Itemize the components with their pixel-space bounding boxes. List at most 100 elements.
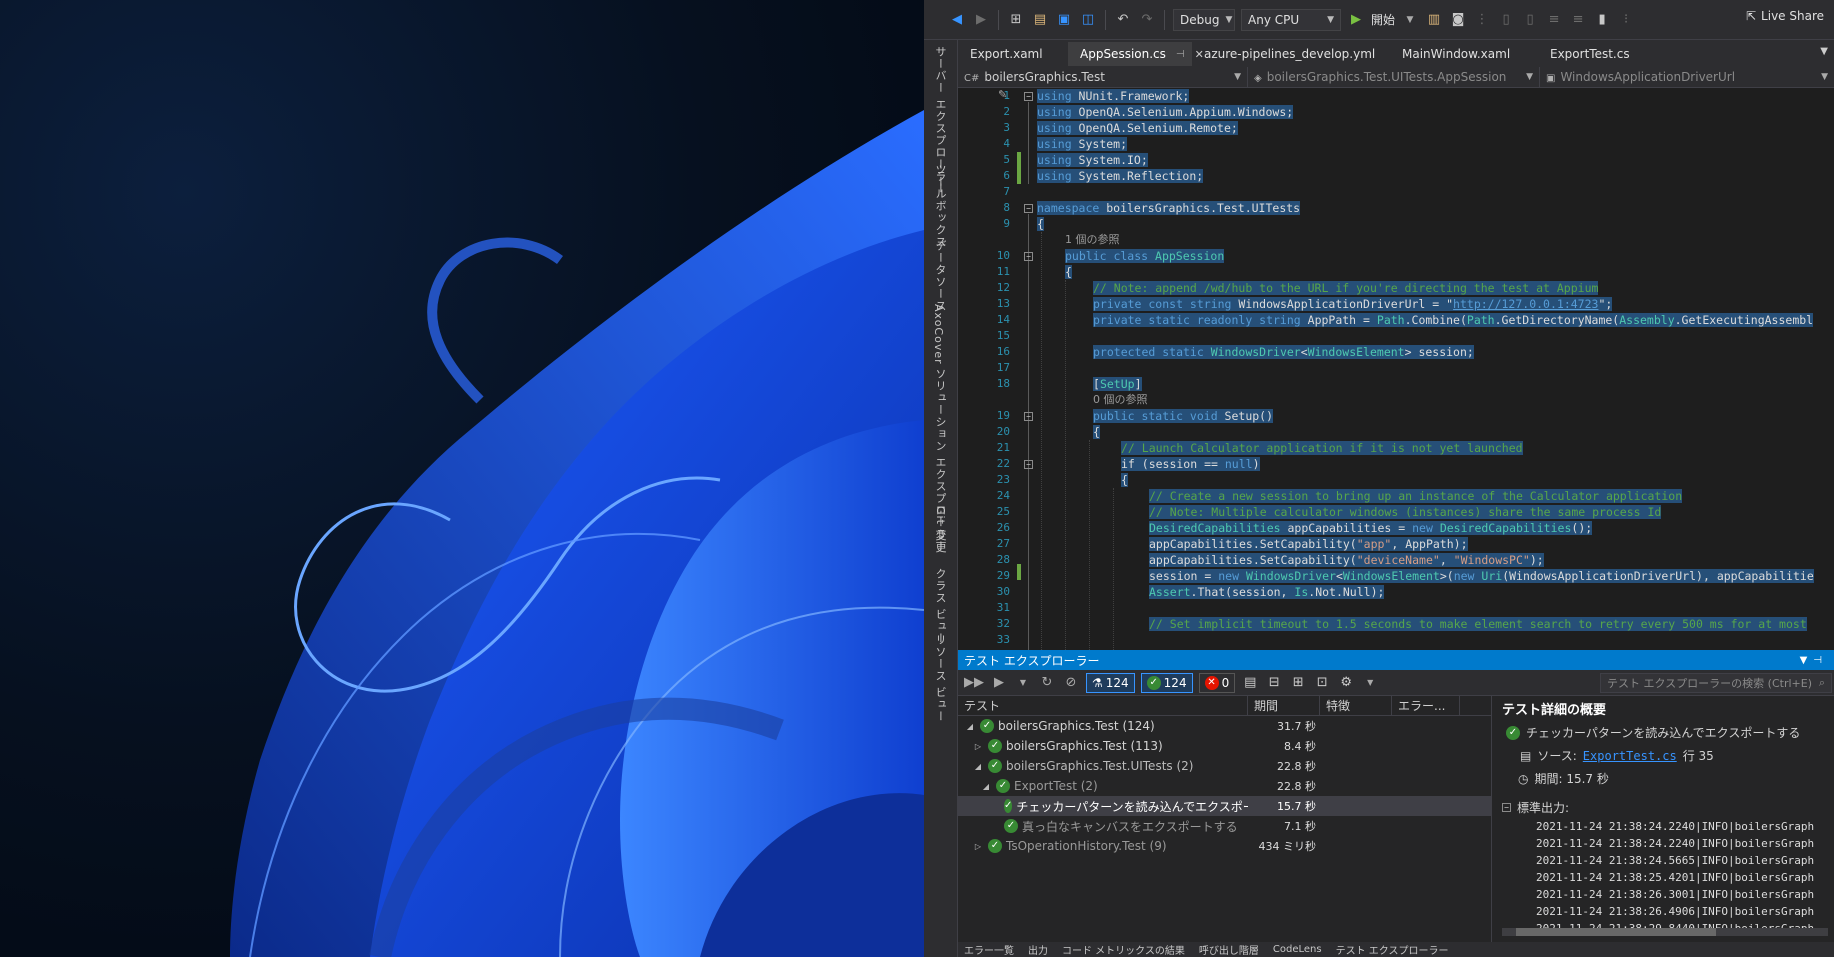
chevron-down-icon[interactable]: ▼: [1361, 671, 1379, 695]
bottom-tool-tabs: エラー一覧 出力 コード メトリックスの結果 呼び出し階層 CodeLens テ…: [958, 942, 1834, 957]
collapse-arrow-icon[interactable]: ◢: [964, 722, 976, 731]
fold-toggle-icon[interactable]: −: [1024, 92, 1033, 101]
document-tabs: Export.xaml AppSession.cs ⊣ ✕ azure-pipeli…: [958, 40, 1834, 66]
test-row[interactable]: ▷ ✓ boilersGraphics.Test (113) 8.4 秒: [958, 736, 1491, 756]
column-test[interactable]: テスト: [958, 696, 1248, 715]
expand-all-icon[interactable]: ⊞: [1289, 671, 1307, 695]
test-list: テスト 期間 特徴 エラー... ◢ ✓ boilersGraphics.Test …: [958, 696, 1492, 942]
toolbar-overflow-icon[interactable]: ⁝: [1617, 8, 1635, 32]
total-tests-filter[interactable]: ⚗ 124: [1086, 672, 1135, 693]
tab-list-dropdown-icon[interactable]: ▼: [1820, 46, 1828, 57]
side-tab-axocover[interactable]: AxoCover: [932, 304, 945, 365]
bookmark-icon[interactable]: ▮: [1593, 8, 1611, 32]
back-icon[interactable]: ◀: [948, 8, 966, 32]
collapse-arrow-icon[interactable]: ◢: [980, 782, 992, 791]
chevron-down-icon[interactable]: ▼: [1014, 671, 1032, 695]
playlist-icon[interactable]: ▤: [1241, 671, 1259, 695]
indent-icon[interactable]: ≡: [1545, 8, 1563, 32]
failed-tests-filter[interactable]: ✕ 0: [1198, 672, 1236, 693]
fold-toggle-icon[interactable]: −: [1502, 803, 1511, 812]
project-dropdown[interactable]: C# boilersGraphics.Test ▼: [958, 67, 1248, 87]
test-row-selected[interactable]: ✓チェッカーパターンを読み込んでエクスポートする15.7 秒: [958, 796, 1491, 816]
fold-toggle-icon[interactable]: −: [1024, 460, 1033, 469]
column-duration[interactable]: 期間: [1248, 696, 1320, 715]
rerun-icon[interactable]: ↻: [1038, 671, 1056, 695]
test-row[interactable]: ◢ ✓ ExportTest (2) 22.8 秒: [958, 776, 1491, 796]
column-traits[interactable]: 特徴: [1320, 696, 1392, 715]
code-editor[interactable]: 1 2 3 4 5 6 7 8 9 10 11 12 13 14 15 16 17 18 19 20 21 22 23 24 2…: [958, 88, 1834, 650]
redo-icon[interactable]: ↷: [1138, 8, 1156, 32]
configuration-dropdown[interactable]: Debug ▼: [1173, 8, 1235, 31]
tab-exporttest-cs[interactable]: ExportTest.cs: [1538, 42, 1658, 66]
fold-toggle-icon[interactable]: −: [1024, 204, 1033, 213]
error-icon: ✕: [1204, 675, 1219, 690]
side-tab-git-changes[interactable]: Git 変更: [932, 506, 948, 553]
gear-icon[interactable]: ⚙: [1337, 671, 1355, 695]
bloom-artwork: [230, 110, 924, 957]
standard-toolbar: ◀ ▶ ⊞ ▤ ▣ ◫ ↶ ↷ Debug ▼ Any CPU ▼ ▶ 開始 ▼ ▥…: [924, 0, 1834, 40]
type-dropdown[interactable]: ◈ boilersGraphics.Test.UITests.AppSession…: [1248, 67, 1540, 87]
side-tab-toolbox[interactable]: ツールボックス: [932, 164, 948, 248]
source-file-link[interactable]: ExportTest.cs: [1583, 749, 1677, 763]
visual-studio-window: ◀ ▶ ⊞ ▤ ▣ ◫ ↶ ↷ Debug ▼ Any CPU ▼ ▶ 開始 ▼ ▥…: [924, 0, 1834, 957]
save-icon[interactable]: ▣: [1055, 8, 1073, 32]
tab-output[interactable]: 出力: [1028, 942, 1048, 957]
tab-azure-pipelines[interactable]: azure-pipelines_develop.yml: [1192, 42, 1390, 66]
collapse-all-icon[interactable]: ⊡: [1313, 671, 1331, 695]
uncomment-icon[interactable]: ▯: [1521, 8, 1539, 32]
test-search-input[interactable]: テスト エクスプローラーの検索 (Ctrl+E) ⌕: [1600, 673, 1832, 693]
platform-dropdown[interactable]: Any CPU ▼: [1241, 8, 1341, 31]
cancel-icon[interactable]: ⊘: [1062, 671, 1080, 695]
codelens-references[interactable]: 1 個の参照: [1065, 233, 1120, 247]
live-share-button[interactable]: ⇱ Live Share: [1746, 9, 1824, 23]
forward-icon[interactable]: ▶: [972, 8, 990, 32]
run-icon[interactable]: ▶: [990, 671, 1008, 695]
camera-icon[interactable]: ◙: [1449, 8, 1467, 32]
tab-error-list[interactable]: エラー一覧: [964, 942, 1014, 957]
search-icon: ⌕: [1818, 676, 1825, 689]
save-all-icon[interactable]: ◫: [1079, 8, 1097, 32]
passed-tests-filter[interactable]: ✓ 124: [1140, 672, 1193, 693]
tab-appsession-cs[interactable]: AppSession.cs ⊣ ✕: [1068, 42, 1204, 66]
test-row[interactable]: ◢ ✓ boilersGraphics.Test (124) 31.7 秒: [958, 716, 1491, 736]
tab-code-metrics[interactable]: コード メトリックスの結果: [1062, 942, 1185, 957]
chevron-down-icon[interactable]: ▼: [1401, 8, 1419, 32]
start-button[interactable]: 開始: [1371, 11, 1395, 28]
codelens-references[interactable]: 0 個の参照: [1093, 393, 1148, 407]
folder-icon[interactable]: ▥: [1425, 8, 1443, 32]
expand-arrow-icon[interactable]: ▷: [972, 842, 984, 851]
undo-icon[interactable]: ↶: [1114, 8, 1132, 32]
tab-call-hierarchy[interactable]: 呼び出し階層: [1199, 942, 1259, 957]
collapse-arrow-icon[interactable]: ◢: [972, 762, 984, 771]
comment-icon[interactable]: ▯: [1497, 8, 1515, 32]
tab-test-explorer[interactable]: テスト エクスプローラー: [1336, 942, 1449, 957]
test-row[interactable]: ▷ ✓ TsOperationHistory.Test (9) 434 ミリ秒: [958, 836, 1491, 856]
run-all-icon[interactable]: ▶▶: [964, 671, 984, 695]
horizontal-scrollbar[interactable]: [1502, 928, 1828, 936]
expand-arrow-icon[interactable]: ▷: [972, 742, 984, 751]
start-debugging-icon[interactable]: ▶: [1347, 8, 1365, 32]
group-by-icon[interactable]: ⊟: [1265, 671, 1283, 695]
fold-toggle-icon[interactable]: −: [1024, 252, 1033, 261]
open-folder-icon[interactable]: ▤: [1031, 8, 1049, 32]
tab-export-xaml[interactable]: Export.xaml: [958, 42, 1068, 66]
tab-codelens[interactable]: CodeLens: [1273, 944, 1322, 955]
passed-icon: ✓: [988, 759, 1002, 773]
pin-icon[interactable]: ⊣: [1813, 655, 1828, 666]
side-tab-data-sources[interactable]: データソース: [932, 240, 948, 312]
passed-icon: ✓: [1506, 725, 1520, 740]
pin-icon[interactable]: ⊣: [1176, 49, 1185, 60]
tab-mainwindow-xaml[interactable]: MainWindow.xaml: [1390, 42, 1538, 66]
outdent-icon[interactable]: ≡: [1569, 8, 1587, 32]
step-icon[interactable]: ⋮: [1473, 8, 1491, 32]
fold-toggle-icon[interactable]: −: [1024, 412, 1033, 421]
column-error[interactable]: エラー...: [1392, 696, 1460, 715]
test-row[interactable]: ◢ ✓ boilersGraphics.Test.UITests (2) 22.8 秒: [958, 756, 1491, 776]
test-detail-summary: テスト詳細の概要 ✓ チェッカーパターンを読み込んでエクスポートする ▤ ソース: E…: [1496, 696, 1834, 942]
member-dropdown[interactable]: ▣ WindowsApplicationDriverUrl ▼: [1540, 67, 1834, 87]
test-explorer-titlebar: テスト エクスプローラー ▼⊣: [958, 650, 1834, 670]
test-row[interactable]: ✓ 真っ白なキャンバスをエクスポートする 7.1 秒: [958, 816, 1491, 836]
dropdown-icon[interactable]: ▼: [1800, 655, 1814, 666]
side-tab-resource-view[interactable]: リソース ビュー: [932, 634, 948, 723]
new-project-icon[interactable]: ⊞: [1007, 8, 1025, 32]
